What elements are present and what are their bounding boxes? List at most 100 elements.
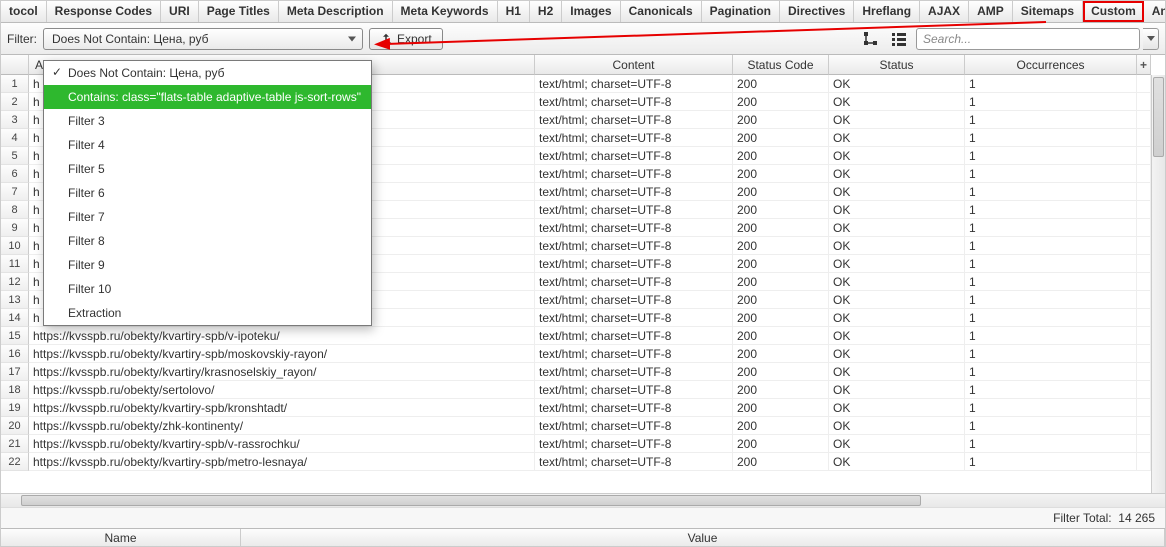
- row-number[interactable]: 18: [1, 381, 29, 399]
- cell-occ[interactable]: 1: [965, 453, 1137, 471]
- cell-code[interactable]: 200: [733, 111, 829, 129]
- row-number[interactable]: 21: [1, 435, 29, 453]
- cell-status[interactable]: OK: [829, 147, 965, 165]
- cell-occ[interactable]: 1: [965, 291, 1137, 309]
- cell-code[interactable]: 200: [733, 453, 829, 471]
- cell-occ[interactable]: 1: [965, 219, 1137, 237]
- cell-occ[interactable]: 1: [965, 165, 1137, 183]
- cell-occ[interactable]: 1: [965, 129, 1137, 147]
- cell-occ[interactable]: 1: [965, 345, 1137, 363]
- cell-content[interactable]: text/html; charset=UTF-8: [535, 417, 733, 435]
- cell-content[interactable]: text/html; charset=UTF-8: [535, 183, 733, 201]
- cell-content[interactable]: text/html; charset=UTF-8: [535, 309, 733, 327]
- cell-status[interactable]: OK: [829, 363, 965, 381]
- col-status-code[interactable]: Status Code: [733, 55, 829, 75]
- cell-status[interactable]: OK: [829, 453, 965, 471]
- cell-code[interactable]: 200: [733, 399, 829, 417]
- row-number[interactable]: 7: [1, 183, 29, 201]
- tab-tocol[interactable]: tocol: [1, 1, 47, 22]
- detail-value-column[interactable]: Value: [241, 529, 1165, 547]
- row-number[interactable]: 11: [1, 255, 29, 273]
- vertical-scrollbar[interactable]: [1151, 75, 1165, 493]
- tab-custom[interactable]: Custom: [1083, 1, 1144, 22]
- cell-occ[interactable]: 1: [965, 111, 1137, 129]
- cell-status[interactable]: OK: [829, 237, 965, 255]
- tab-page-titles[interactable]: Page Titles: [199, 1, 279, 22]
- cell-status[interactable]: OK: [829, 75, 965, 93]
- cell-addr[interactable]: https://kvsspb.ru/obekty/kvartiry-spb/mo…: [29, 345, 535, 363]
- filter-option[interactable]: Filter 4: [44, 133, 371, 157]
- cell-status[interactable]: OK: [829, 165, 965, 183]
- tab-analytics[interactable]: Analytics: [1144, 1, 1166, 22]
- cell-content[interactable]: text/html; charset=UTF-8: [535, 75, 733, 93]
- filter-option[interactable]: Filter 6: [44, 181, 371, 205]
- cell-code[interactable]: 200: [733, 435, 829, 453]
- cell-code[interactable]: 200: [733, 237, 829, 255]
- tab-hreflang[interactable]: Hreflang: [854, 1, 920, 22]
- col-content[interactable]: Content: [535, 55, 733, 75]
- tab-h2[interactable]: H2: [530, 1, 562, 22]
- cell-status[interactable]: OK: [829, 111, 965, 129]
- cell-status[interactable]: OK: [829, 399, 965, 417]
- cell-status[interactable]: OK: [829, 129, 965, 147]
- row-number[interactable]: 2: [1, 93, 29, 111]
- cell-code[interactable]: 200: [733, 273, 829, 291]
- cell-addr[interactable]: https://kvsspb.ru/obekty/zhk-kontinenty/: [29, 417, 535, 435]
- scrollbar-thumb[interactable]: [21, 495, 921, 506]
- cell-status[interactable]: OK: [829, 381, 965, 399]
- cell-code[interactable]: 200: [733, 129, 829, 147]
- cell-content[interactable]: text/html; charset=UTF-8: [535, 453, 733, 471]
- export-button[interactable]: Export: [369, 28, 443, 50]
- search-input[interactable]: Search...: [916, 28, 1140, 50]
- cell-code[interactable]: 200: [733, 291, 829, 309]
- cell-content[interactable]: text/html; charset=UTF-8: [535, 93, 733, 111]
- list-view-icon[interactable]: [888, 28, 910, 50]
- tab-images[interactable]: Images: [562, 1, 620, 22]
- row-number[interactable]: 19: [1, 399, 29, 417]
- tab-amp[interactable]: AMP: [969, 1, 1013, 22]
- cell-occ[interactable]: 1: [965, 237, 1137, 255]
- horizontal-scrollbar[interactable]: [1, 493, 1165, 507]
- cell-status[interactable]: OK: [829, 273, 965, 291]
- cell-addr[interactable]: https://kvsspb.ru/obekty/kvartiry-spb/v-…: [29, 435, 535, 453]
- cell-addr[interactable]: https://kvsspb.ru/obekty/sertolovo/: [29, 381, 535, 399]
- tab-directives[interactable]: Directives: [780, 1, 854, 22]
- cell-content[interactable]: text/html; charset=UTF-8: [535, 237, 733, 255]
- cell-content[interactable]: text/html; charset=UTF-8: [535, 291, 733, 309]
- cell-code[interactable]: 200: [733, 255, 829, 273]
- search-options-button[interactable]: [1143, 28, 1159, 50]
- cell-status[interactable]: OK: [829, 345, 965, 363]
- cell-content[interactable]: text/html; charset=UTF-8: [535, 399, 733, 417]
- cell-occ[interactable]: 1: [965, 309, 1137, 327]
- cell-content[interactable]: text/html; charset=UTF-8: [535, 381, 733, 399]
- cell-code[interactable]: 200: [733, 363, 829, 381]
- row-header-corner[interactable]: [1, 55, 29, 75]
- cell-addr[interactable]: https://kvsspb.ru/obekty/kvartiry-spb/kr…: [29, 399, 535, 417]
- cell-code[interactable]: 200: [733, 183, 829, 201]
- cell-content[interactable]: text/html; charset=UTF-8: [535, 219, 733, 237]
- cell-occ[interactable]: 1: [965, 147, 1137, 165]
- row-number[interactable]: 3: [1, 111, 29, 129]
- cell-status[interactable]: OK: [829, 309, 965, 327]
- scrollbar-thumb[interactable]: [1153, 77, 1164, 157]
- filter-option[interactable]: Filter 9: [44, 253, 371, 277]
- cell-occ[interactable]: 1: [965, 183, 1137, 201]
- col-occurrences[interactable]: Occurrences: [965, 55, 1137, 75]
- cell-addr[interactable]: https://kvsspb.ru/obekty/kvartiry-spb/v-…: [29, 327, 535, 345]
- cell-code[interactable]: 200: [733, 93, 829, 111]
- cell-occ[interactable]: 1: [965, 381, 1137, 399]
- cell-content[interactable]: text/html; charset=UTF-8: [535, 255, 733, 273]
- tab-ajax[interactable]: AJAX: [920, 1, 969, 22]
- cell-addr[interactable]: https://kvsspb.ru/obekty/kvartiry/krasno…: [29, 363, 535, 381]
- cell-status[interactable]: OK: [829, 435, 965, 453]
- cell-code[interactable]: 200: [733, 75, 829, 93]
- row-number[interactable]: 17: [1, 363, 29, 381]
- tab-meta-description[interactable]: Meta Description: [279, 1, 393, 22]
- row-number[interactable]: 14: [1, 309, 29, 327]
- row-number[interactable]: 6: [1, 165, 29, 183]
- cell-code[interactable]: 200: [733, 309, 829, 327]
- cell-occ[interactable]: 1: [965, 255, 1137, 273]
- tab-meta-keywords[interactable]: Meta Keywords: [393, 1, 498, 22]
- cell-code[interactable]: 200: [733, 381, 829, 399]
- cell-occ[interactable]: 1: [965, 201, 1137, 219]
